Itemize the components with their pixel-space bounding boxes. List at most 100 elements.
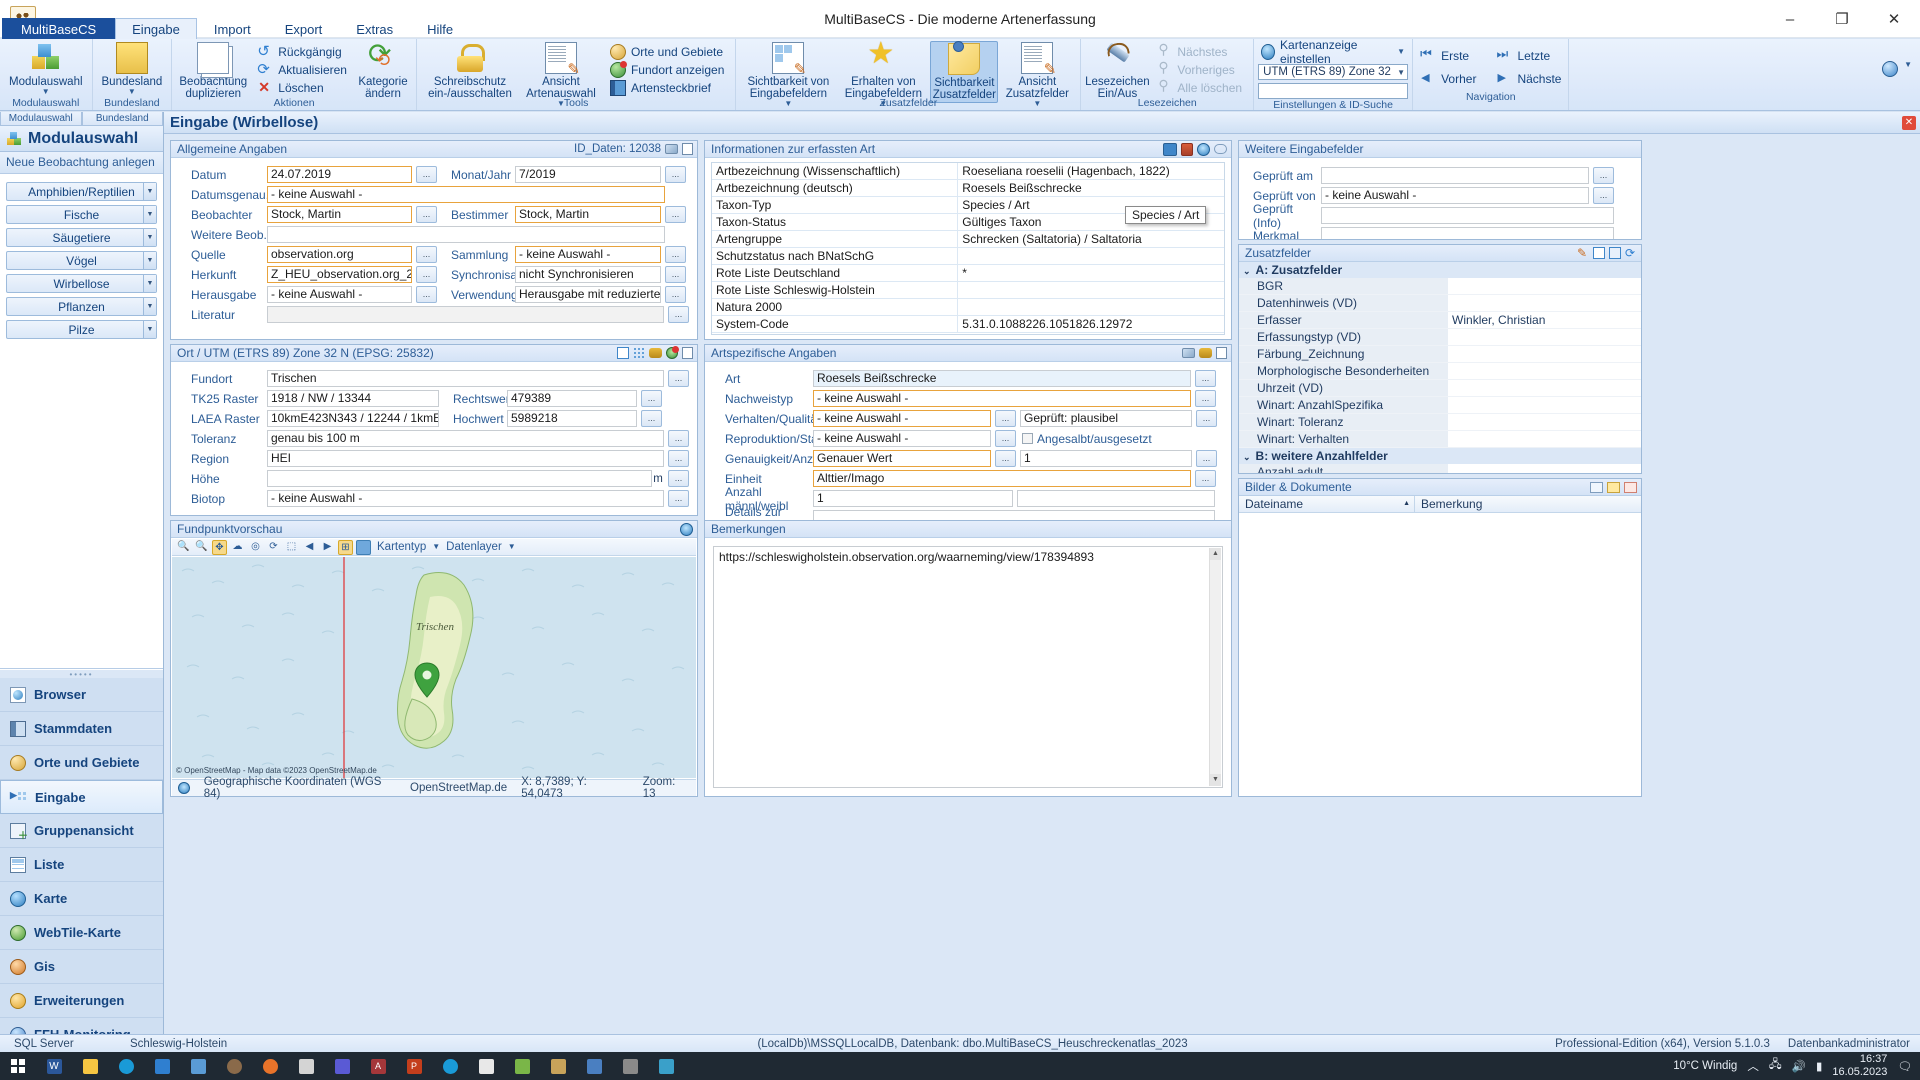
nav-erste-button[interactable]: Erste [1417, 46, 1479, 65]
bundesland-button[interactable]: Bundesland ▼ [97, 41, 168, 97]
taskbar-chart-icon[interactable] [144, 1052, 180, 1080]
table-row[interactable]: Uhrzeit (VD) [1239, 379, 1641, 397]
group-header-b[interactable]: ⌄ B: weitere Anzahlfelder [1239, 447, 1641, 464]
modulauswahl-button[interactable]: Modulauswahl ▼ [4, 41, 88, 97]
scroll-up-icon[interactable]: ▲ [1210, 548, 1221, 560]
chevron-down-icon[interactable]: ▼ [143, 321, 156, 338]
map-canvas[interactable]: Trischen © OpenStreetMap - Map data ©202… [172, 557, 696, 778]
browse-einheit-button[interactable]: ... [1195, 470, 1216, 487]
input-anzahl-maennl-weibl[interactable]: 1 [813, 490, 1013, 507]
sidebar-tab-modulauswahl[interactable]: Modulauswahl [0, 112, 82, 126]
close-page-button[interactable]: ✕ [1902, 115, 1916, 130]
input-art[interactable]: Roesels Beißschrecke [813, 370, 1191, 387]
chevron-down-icon[interactable]: ▼ [1033, 100, 1041, 108]
sidebar-splitter[interactable]: ••••• [0, 669, 163, 679]
browse-reproduktion-button[interactable]: ... [995, 430, 1016, 447]
input-reproduktion-status[interactable]: - keine Auswahl - [813, 430, 991, 447]
browse-literatur-button[interactable]: ... [668, 306, 689, 323]
chevron-down-icon[interactable]: ▼ [128, 88, 136, 96]
browse-herkunft-button[interactable]: ... [416, 266, 437, 283]
previous-extent-icon[interactable]: ◀ [302, 540, 317, 555]
binoculars-icon[interactable] [1199, 348, 1212, 358]
input-toleranz[interactable]: genau bis 100 m [267, 430, 664, 447]
module-button-pilze[interactable]: Pilze ▼ [6, 320, 157, 339]
chevron-down-icon[interactable]: ▼ [143, 229, 156, 246]
browse-genauigkeit-button[interactable]: ... [995, 450, 1016, 467]
input-geprueft-am[interactable] [1321, 167, 1589, 184]
bemerkungen-textarea[interactable]: https://schleswigholstein.observation.or… [713, 546, 1223, 788]
browse-quelle-button[interactable]: ... [416, 246, 437, 263]
input-fundort[interactable]: Trischen [267, 370, 664, 387]
input-nachweistyp[interactable]: - keine Auswahl - [813, 390, 1191, 407]
link-icon[interactable] [1214, 144, 1227, 154]
list-icon[interactable] [682, 347, 693, 359]
input-hochwert[interactable]: 5989218 [507, 410, 637, 427]
browse-verwendung-button[interactable]: ... [665, 286, 686, 303]
browse-geprueft-button[interactable]: ... [1196, 410, 1217, 427]
table-row[interactable]: Winart: AnzahlSpezifika [1239, 396, 1641, 414]
chevron-down-icon[interactable]: ▼ [508, 543, 516, 551]
aktualisieren-button[interactable]: Aktualisieren [254, 60, 350, 79]
points-icon[interactable] [633, 347, 645, 359]
add-icon[interactable] [1590, 481, 1603, 493]
browse-fundort-button[interactable]: ... [668, 370, 689, 387]
chevron-down-icon[interactable]: ⌄ [1243, 452, 1251, 462]
browse-synchronisation-button[interactable]: ... [665, 266, 686, 283]
input-beobachter[interactable]: Stock, Martin [267, 206, 412, 223]
sidebar-item-gis[interactable]: Gis [0, 950, 163, 984]
loeschen-button[interactable]: Löschen [254, 79, 350, 97]
taskbar-app3-icon[interactable] [288, 1052, 324, 1080]
lesezeichen-button[interactable]: Lesezeichen Ein/Aus [1085, 41, 1150, 101]
list-icon[interactable] [1216, 347, 1227, 359]
module-button-amphibien[interactable]: Amphibien/Reptilien ▼ [6, 182, 157, 201]
taskbar-edge-icon[interactable] [108, 1052, 144, 1080]
table-row[interactable]: Datenhinweis (VD) [1239, 294, 1641, 312]
pencil-icon[interactable]: ✎ [1577, 247, 1589, 259]
column-header-bemerkung[interactable]: Bemerkung [1415, 496, 1641, 512]
taskbar-app7-icon[interactable] [612, 1052, 648, 1080]
kategorie-aendern-button[interactable]: Kategorie ändern [354, 37, 412, 101]
sidebar-item-erweiterungen[interactable]: Erweiterungen [0, 984, 163, 1018]
beobachtung-duplizieren-button[interactable]: Beobachtung duplizieren [176, 41, 250, 101]
taskbar-explorer-icon[interactable] [72, 1052, 108, 1080]
fundort-anzeigen-button[interactable]: Fundort anzeigen [607, 61, 727, 79]
taskbar-app4-icon[interactable] [432, 1052, 468, 1080]
schreibschutz-button[interactable]: Schreibschutz ein-/ausschalten [421, 41, 519, 101]
browse-art-button[interactable]: ... [1195, 370, 1216, 387]
rueckgaengig-button[interactable]: Rückgängig [254, 42, 350, 61]
taskbar-multibase-icon[interactable] [540, 1052, 576, 1080]
module-button-fische[interactable]: Fische ▼ [6, 205, 157, 224]
input-laea-raster[interactable]: 10kmE423N343 / 12244 / 1kmE4234N34 [267, 410, 439, 427]
grid-toggle-icon[interactable]: ⊞ [338, 539, 353, 555]
browse-datum-button[interactable]: ... [416, 166, 437, 183]
sidebar-item-webtile-karte[interactable]: WebTile-Karte [0, 916, 163, 950]
chevron-down-icon[interactable]: ⌄ [1243, 266, 1251, 276]
coordinate-system-select[interactable]: UTM (ETRS 89) Zone 32 N (E ▼ [1258, 64, 1409, 80]
input-bestimmer[interactable]: Stock, Martin [515, 206, 661, 223]
group-header-a[interactable]: ⌄ A: Zusatzfelder [1239, 262, 1641, 278]
artensteckbrief-button[interactable]: Artensteckbrief [607, 79, 727, 97]
input-datumsgenauigkeit[interactable]: - keine Auswahl - [267, 186, 665, 203]
zoom-in-icon[interactable]: 🔍 [176, 540, 191, 555]
chevron-down-icon[interactable]: ▼ [143, 252, 156, 269]
tray-up-icon[interactable]: ︿ [1747, 1058, 1759, 1074]
input-verwendung[interactable]: Herausgabe mit reduzierten Info [515, 286, 661, 303]
chevron-down-icon[interactable]: ▼ [143, 275, 156, 292]
browse-anzahl-button[interactable]: ... [1196, 450, 1217, 467]
browse-monat-jahr-button[interactable]: ... [665, 166, 686, 183]
taskbar-word-icon[interactable]: W [36, 1052, 72, 1080]
eraser-icon[interactable] [1182, 348, 1195, 358]
input-anzahl-weibl[interactable] [1017, 490, 1215, 507]
input-geprueft-status[interactable]: Geprüft: plausibel [1020, 410, 1192, 427]
module-button-pflanzen[interactable]: Pflanzen ▼ [6, 297, 157, 316]
taskbar-app6-icon[interactable] [576, 1052, 612, 1080]
database-info-icon[interactable] [1181, 142, 1193, 156]
alle-loeschen-button[interactable]: Alle löschen [1153, 77, 1245, 97]
table-row[interactable]: Erfasser Winkler, Christian [1239, 311, 1641, 329]
browse-hoehe-button[interactable]: ... [668, 470, 689, 487]
input-anzahl[interactable]: 1 [1020, 450, 1192, 467]
tab-export[interactable]: Export [268, 18, 340, 40]
globe-pin-icon[interactable] [666, 346, 679, 359]
table-row[interactable]: Winart: Verhalten [1239, 430, 1641, 448]
sidebar-item-browser[interactable]: Browser [0, 678, 163, 712]
